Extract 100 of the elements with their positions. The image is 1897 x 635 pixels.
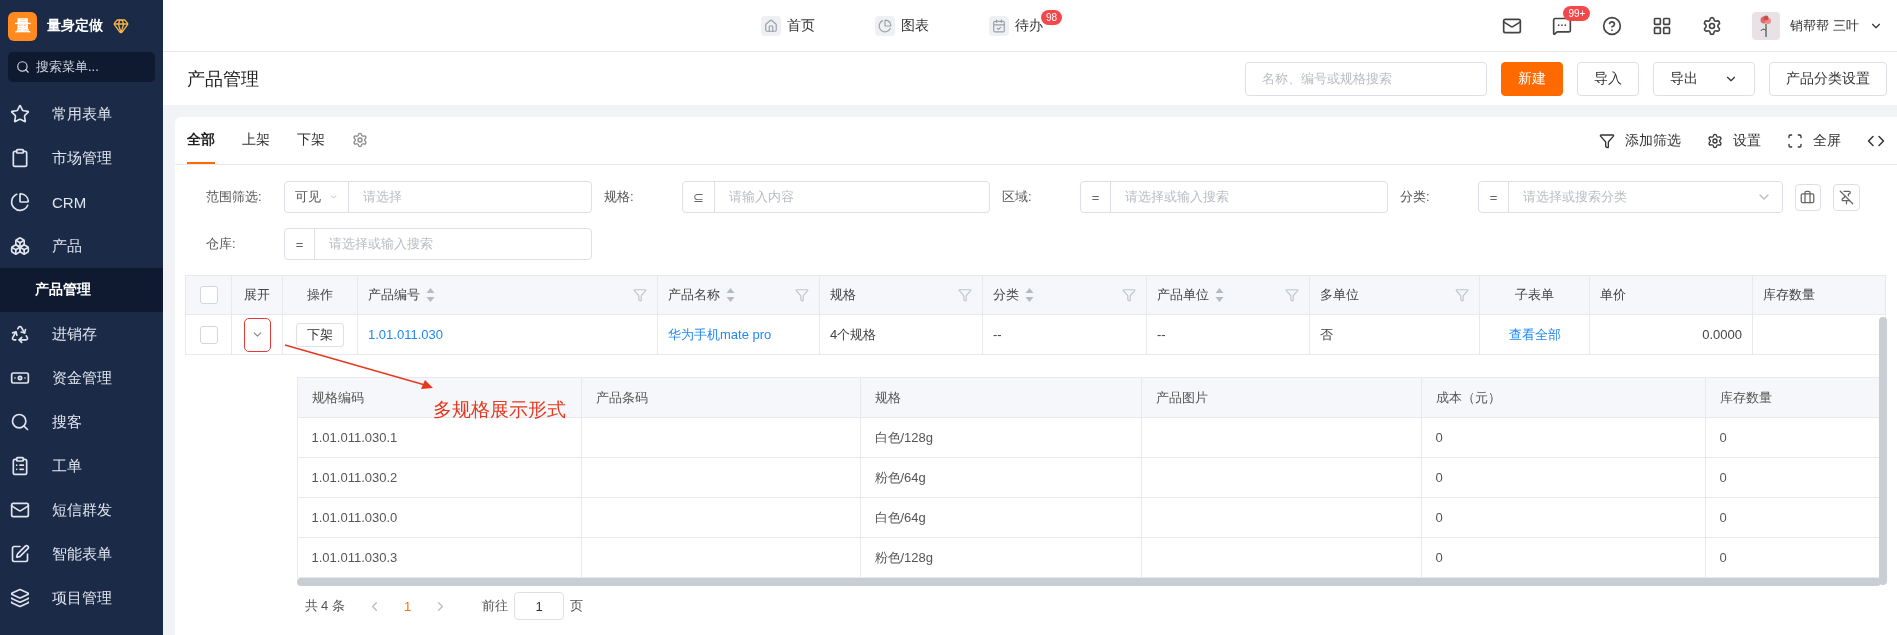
briefcase-icon — [1800, 189, 1816, 205]
sidebar-item[interactable]: 短信群发 — [0, 488, 163, 532]
search-icon — [16, 60, 30, 74]
filter-field[interactable]: = 请选择或输入搜索 — [284, 228, 592, 260]
column-filter-icon[interactable] — [1285, 288, 1299, 302]
column-header[interactable]: 产品单位 — [1146, 275, 1310, 315]
briefcase-button[interactable] — [1794, 183, 1822, 211]
table-cell: 0 — [1719, 510, 1727, 525]
form-edit-icon — [10, 544, 30, 564]
toolbar-action[interactable]: 全屏 — [1787, 131, 1841, 150]
select-all-checkbox[interactable] — [199, 286, 218, 304]
sidebar-item[interactable]: 市场管理 — [0, 136, 163, 180]
page-suffix: 页 — [570, 597, 584, 615]
column-header[interactable]: 多单位 — [1309, 275, 1480, 315]
chat-icon[interactable] — [1552, 15, 1573, 36]
operator-select[interactable]: ⊆ — [683, 182, 715, 212]
column-header: 成本（元） — [1421, 377, 1705, 418]
search-field[interactable]: 名称、编号或规格搜索 — [1245, 61, 1487, 96]
column-header[interactable]: 产品编号 — [357, 275, 658, 315]
table-cell: 0 — [1719, 550, 1727, 565]
nav-link[interactable]: 图表 — [901, 16, 929, 35]
filter-field[interactable]: ⊆ 请输入内容 — [682, 181, 990, 213]
layers-icon — [10, 588, 30, 608]
sort-icon[interactable] — [726, 287, 735, 303]
sidebar-item[interactable]: 搜客 — [0, 400, 163, 444]
sidebar-subitem[interactable]: 产品管理 — [0, 268, 163, 312]
nav-link[interactable]: 首页 — [787, 16, 815, 35]
column-header[interactable]: 库存数量 — [1752, 275, 1886, 315]
sidebar-item[interactable]: 产品 — [0, 224, 163, 268]
filter-field[interactable]: = 请选择或搜索分类 — [1478, 181, 1783, 213]
sidebar-item[interactable]: 工单 — [0, 444, 163, 488]
tab[interactable]: 下架 — [297, 117, 325, 164]
table-cell: 0 — [1435, 550, 1443, 565]
recycle-icon — [10, 324, 30, 344]
column-filter-icon[interactable] — [1455, 288, 1469, 302]
table-link[interactable]: 查看全部 — [1508, 326, 1561, 342]
operator-select[interactable]: = — [1081, 182, 1111, 212]
sidebar-item[interactable]: 项目管理 — [0, 576, 163, 620]
column-header[interactable]: 规格 — [819, 275, 983, 315]
column-filter-icon[interactable] — [958, 288, 972, 302]
sidebar-item[interactable]: CRM — [0, 180, 163, 224]
sort-icon[interactable] — [1025, 287, 1034, 303]
nav-link[interactable]: 待办 — [1015, 16, 1043, 35]
sidebar-item[interactable]: 智能表单 — [0, 532, 163, 576]
table-cell: 粉色/64g — [874, 469, 926, 485]
column-header[interactable]: 产品名称 — [657, 275, 820, 315]
column-header[interactable]: 单价 — [1589, 275, 1753, 315]
sidebar-item[interactable]: 常用表单 — [0, 92, 163, 136]
toolbar-button[interactable]: 导入 — [1577, 61, 1639, 96]
brand-name: 量身定做 — [47, 17, 103, 35]
horizontal-scrollbar[interactable] — [296, 578, 1881, 586]
unpin-button[interactable] — [1833, 183, 1860, 211]
sort-icon[interactable] — [426, 287, 435, 303]
column-filter-icon[interactable] — [795, 288, 809, 302]
search-icon — [10, 412, 30, 432]
tab[interactable]: 上架 — [242, 117, 270, 164]
sidebar-item[interactable]: 资金管理 — [0, 356, 163, 400]
table-cell: 1.01.011.030.1 — [311, 430, 398, 445]
expand-toggle[interactable] — [243, 317, 271, 352]
table-cell: 0 — [1719, 430, 1727, 445]
column-filter-icon[interactable] — [1122, 288, 1136, 302]
operator-select[interactable]: = — [285, 229, 315, 259]
toolbar-action[interactable]: 添加筛选 — [1599, 131, 1681, 150]
page-title: 产品管理 — [187, 67, 259, 91]
vertical-scrollbar[interactable] — [1879, 317, 1887, 585]
apps-grid-icon[interactable] — [1652, 15, 1673, 36]
filter-field[interactable]: 可见 请选择 — [284, 181, 592, 213]
column-header: 规格 — [860, 377, 1141, 418]
mail-icon — [10, 500, 30, 520]
table-link[interactable]: 1.01.011.030 — [368, 327, 443, 342]
filter-field[interactable]: = 请选择或输入搜索 — [1080, 181, 1388, 213]
clipboard-icon — [10, 148, 30, 168]
menu-search-field[interactable]: 搜索菜单... — [8, 52, 155, 82]
help-icon[interactable] — [1602, 15, 1623, 36]
toolbar-button[interactable]: 产品分类设置 — [1769, 61, 1887, 96]
column-filter-icon[interactable] — [633, 288, 647, 302]
sidebar-item[interactable]: 进销存 — [0, 312, 163, 356]
unlist-button[interactable]: 下架 — [296, 322, 344, 347]
house-icon[interactable] — [761, 15, 781, 36]
toolbar-action[interactable]: 设置 — [1707, 131, 1761, 150]
row-checkbox[interactable] — [199, 325, 218, 344]
table-cell: 0 — [1435, 470, 1443, 485]
filter-label: 分类: — [1400, 188, 1431, 206]
count-badge: 99+ — [1563, 5, 1591, 21]
clipboard-list-icon — [10, 456, 30, 476]
calendar-check-icon[interactable] — [989, 15, 1009, 36]
export-dropdown[interactable]: 导出 — [1653, 61, 1755, 96]
operator-select[interactable]: 可见 — [285, 182, 349, 212]
tab[interactable]: 全部 — [187, 117, 215, 164]
user-menu[interactable]: 销帮帮 三叶 — [1752, 11, 1883, 40]
settings-icon[interactable] — [1702, 15, 1723, 36]
sort-icon[interactable] — [1215, 287, 1224, 303]
page-input[interactable]: 1 — [514, 592, 565, 620]
annotation-text: 多规格展示形式 — [433, 398, 566, 422]
operator-select[interactable]: = — [1479, 182, 1509, 212]
pie-chart-icon[interactable] — [875, 15, 895, 36]
column-header: 产品图片 — [1141, 377, 1421, 418]
column-header[interactable]: 分类 — [982, 275, 1147, 315]
column-header: 展开 — [231, 275, 283, 315]
goto-label: 前往 — [482, 597, 509, 615]
